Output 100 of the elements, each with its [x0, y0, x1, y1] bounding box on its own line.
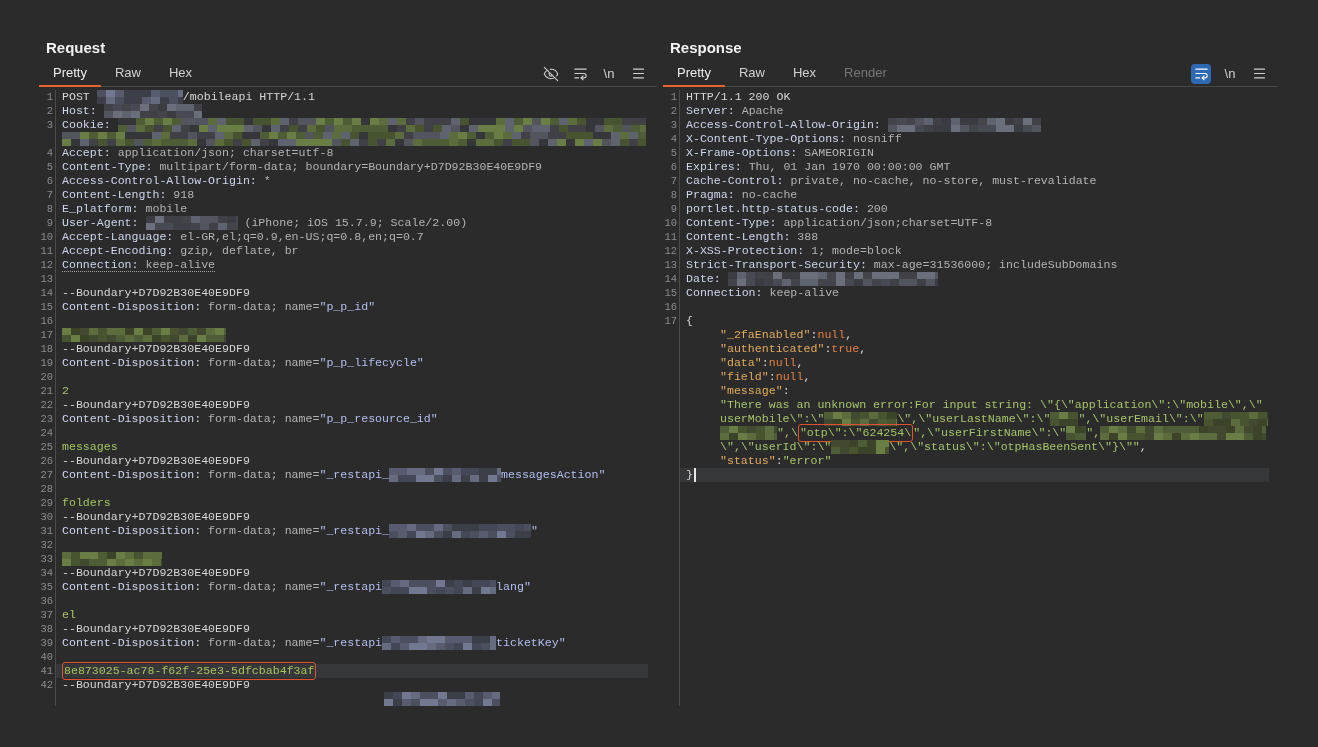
line-number: 34	[40, 566, 53, 580]
line-number: 14	[40, 286, 53, 300]
line-number: 1	[670, 90, 677, 104]
code-text: Content-Length: 388	[686, 230, 819, 244]
code-text: "_2faEnabled":null,	[720, 328, 853, 342]
code-text: Cookie:	[62, 118, 112, 132]
code-text: --Boundary+D7D92B30E40E9DF9	[62, 342, 250, 356]
tab[interactable]: Hex	[779, 61, 831, 87]
tab[interactable]: Pretty	[39, 61, 101, 87]
code-text: ticketKey"	[496, 636, 566, 650]
code-text: Content-Length: 918	[62, 188, 195, 202]
newline-toggle[interactable]: \n	[599, 63, 619, 84]
code-text: Cache-Control: private, no-cache, no-store, must-revalidate	[686, 174, 1097, 188]
code-text: el	[62, 608, 76, 622]
line-number: 19	[40, 356, 53, 370]
panel-title: Response	[670, 37, 742, 58]
code-text: --Boundary+D7D92B30E40E9DF9	[62, 454, 250, 468]
line-number: 11	[40, 244, 53, 258]
line-number: 23	[40, 412, 53, 426]
code-text: {	[686, 314, 693, 328]
code-text: Pragma: no-cache	[686, 188, 798, 202]
line-number: 10	[40, 230, 53, 244]
line-number: 11	[664, 230, 677, 244]
code-text: (iPhone; iOS 15.7.9; Scale/2.00)	[243, 216, 468, 230]
line-number: 9	[46, 216, 53, 230]
line-number: 7	[46, 188, 53, 202]
line-number: 41	[40, 664, 53, 678]
code-text: "field":null,	[720, 370, 811, 384]
code-text: --Boundary+D7D92B30E40E9DF9	[62, 622, 250, 636]
line-number: 36	[40, 594, 53, 608]
code-text: --Boundary+D7D92B30E40E9DF9	[62, 510, 250, 524]
pixelated-block	[831, 440, 890, 454]
code-text: --Boundary+D7D92B30E40E9DF9	[62, 566, 250, 580]
code-text: ",	[1086, 426, 1101, 440]
line-number: 5	[46, 160, 53, 174]
code-text: Date:	[686, 272, 722, 286]
line-number: 6	[670, 160, 677, 174]
code-text: messagesAction"	[501, 468, 606, 482]
code-text: portlet.http-status-code: 200	[686, 202, 888, 216]
line-number: 8	[670, 188, 677, 202]
menu-icon	[1251, 66, 1267, 81]
code-text: E_platform: mobile	[62, 202, 188, 216]
line-number: 12	[40, 258, 53, 272]
text-wrap-icon	[1193, 66, 1209, 81]
tab[interactable]: Raw	[100, 61, 155, 87]
code-text: messages	[62, 440, 118, 454]
code-text: \",\"status\":\"otpHasBeenSent\"}\"",	[889, 440, 1147, 454]
line-number: 30	[40, 510, 53, 524]
line-number: 20	[40, 370, 53, 384]
code-text: POST	[62, 90, 91, 104]
tab[interactable]: Raw	[724, 61, 779, 87]
line-number: 31	[40, 524, 53, 538]
line-number: 2	[670, 104, 677, 118]
code-text: "data":null,	[720, 356, 804, 370]
line-number: 18	[40, 342, 53, 356]
line-number: 10	[664, 216, 677, 230]
line-number: 6	[46, 174, 53, 188]
line-number: 39	[40, 636, 53, 650]
code-text: X-XSS-Protection: 1; mode=block	[686, 244, 902, 258]
code-text: Connection: keep-alive	[62, 258, 216, 272]
line-number: 27	[40, 468, 53, 482]
line-number: 21	[40, 384, 53, 398]
line-number: 32	[40, 538, 53, 552]
pixelated-block	[720, 426, 777, 440]
wrap-toggle[interactable]	[1191, 63, 1211, 84]
code-text: folders	[62, 496, 111, 510]
code-text: Content-Disposition: form-data; name="_restapi	[62, 636, 383, 650]
line-number: 16	[40, 314, 53, 328]
code-text: --Boundary+D7D92B30E40E9DF9	[62, 678, 250, 692]
code-text: Access-Control-Allow-Origin:	[686, 118, 882, 132]
code-text: Accept-Language: el-GR,el;q=0.9,en-US;q=0.8,en;q=0.7	[62, 230, 424, 244]
line-number: 24	[40, 426, 53, 440]
line-number: 38	[40, 622, 53, 636]
line-number: 25	[40, 440, 53, 454]
line-number: 5	[670, 146, 677, 160]
code-text: Content-Type: multipart/form-data; boundary=Boundary+D7D92B30E40E9DF9	[62, 160, 543, 174]
line-number: 9	[670, 202, 677, 216]
code-text: \",\"userId\":\"	[720, 440, 832, 454]
newline-toggle[interactable]: \n	[1220, 63, 1240, 84]
code-text: Accept: application/json; charset=utf-8	[62, 146, 334, 160]
line-number: 42	[40, 678, 53, 692]
code-text: --Boundary+D7D92B30E40E9DF9	[62, 398, 250, 412]
code-text: User-Agent:	[62, 216, 140, 230]
code-text: "message":	[720, 384, 790, 398]
line-number: 37	[40, 608, 53, 622]
line-number: 12	[664, 244, 677, 258]
code-text: Strict-Transport-Security: max-age=31536000; includeSubDomains	[686, 258, 1118, 272]
code-text: "There was an unknown error:For input string: \"{\"application\":\"mobile\",\"	[720, 398, 1263, 412]
code-text: ",\"userFirstName\":\"	[913, 426, 1067, 440]
line-number: 4	[670, 132, 677, 146]
line-number: 17	[40, 328, 53, 342]
text-wrap-icon	[572, 66, 588, 81]
line-number: 26	[40, 454, 53, 468]
code-text: \",\"userLastName\":\"	[897, 412, 1051, 426]
tab[interactable]: Pretty	[663, 61, 725, 87]
code-text: "authenticated":true,	[720, 342, 867, 356]
tab[interactable]: Hex	[155, 61, 207, 87]
code-text: Content-Disposition: form-data; name="_restapi_	[62, 524, 389, 538]
code-text: Server: Apache	[686, 104, 784, 118]
line-number: 33	[40, 552, 53, 566]
